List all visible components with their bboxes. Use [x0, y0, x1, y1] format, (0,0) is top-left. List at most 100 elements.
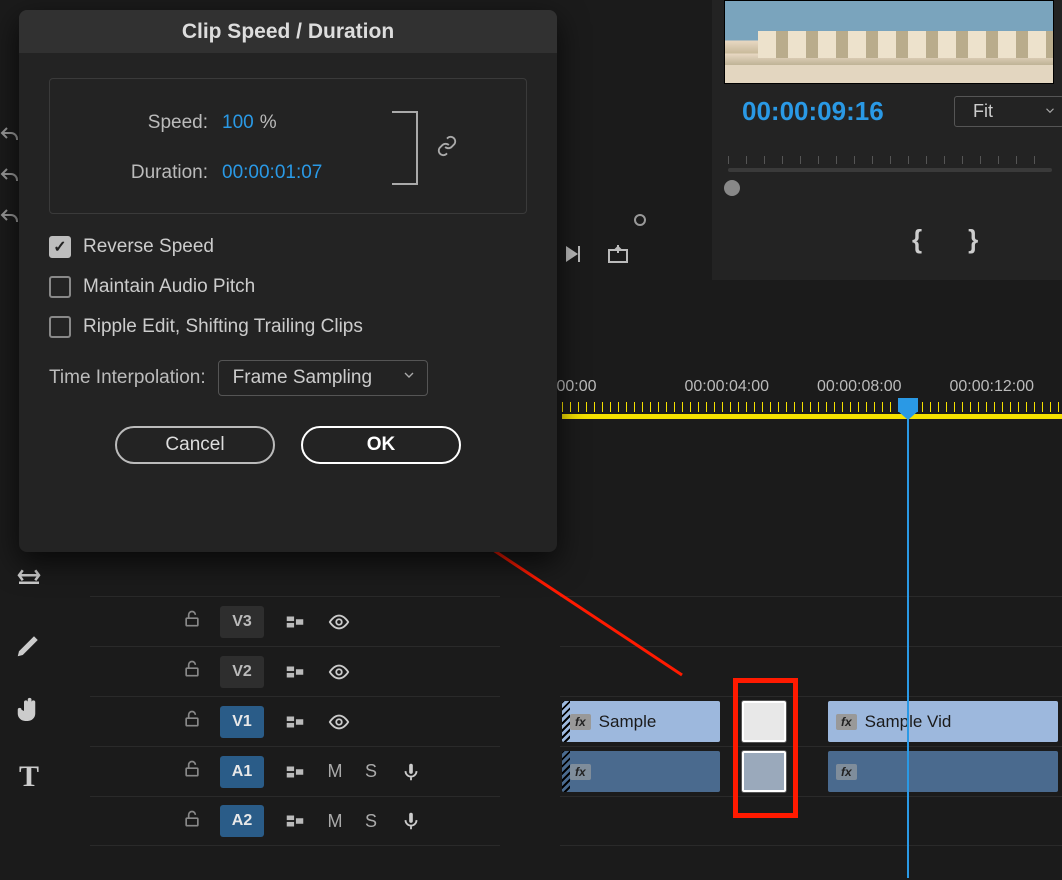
lock-icon[interactable] — [182, 759, 202, 784]
lock-icon[interactable] — [182, 709, 202, 734]
track-header-area: V3 V2 V1 A1 M S A2 M S — [90, 596, 500, 846]
monitor-scrub-handle[interactable] — [724, 180, 740, 196]
program-monitor-panel: 00:00:09:16 Fit { } — [712, 0, 1062, 280]
mic-icon[interactable] — [398, 761, 424, 783]
overflow-indicator-icon[interactable] — [634, 214, 646, 226]
reverse-speed-checkbox[interactable]: ✓ — [49, 236, 71, 258]
monitor-scrub-ticks — [728, 156, 1052, 164]
video-clip-selected[interactable] — [742, 701, 786, 742]
fx-badge[interactable]: fx — [570, 714, 591, 730]
chevron-down-icon — [1043, 101, 1057, 122]
program-timecode[interactable]: 00:00:09:16 — [742, 96, 884, 127]
lane-v2[interactable] — [560, 646, 1062, 696]
eye-icon[interactable] — [326, 661, 352, 683]
sync-lock-icon[interactable] — [282, 661, 308, 683]
track-target-v1[interactable]: V1 — [220, 706, 264, 738]
speed-label: Speed: — [78, 112, 208, 134]
sync-lock-icon[interactable] — [282, 711, 308, 733]
track-target-v2[interactable]: V2 — [220, 656, 264, 688]
ripple-edit-row[interactable]: Ripple Edit, Shifting Trailing Clips — [49, 316, 527, 338]
fx-badge[interactable]: fx — [570, 764, 591, 780]
type-tool-icon[interactable]: T — [10, 758, 48, 796]
export-frame-icon[interactable] — [606, 242, 630, 271]
ruler-label: 00:00:04:00 — [685, 378, 798, 396]
slip-tool-icon[interactable] — [10, 560, 48, 598]
lock-icon[interactable] — [182, 809, 202, 834]
track-target-a2[interactable]: A2 — [220, 805, 264, 837]
lock-icon[interactable] — [182, 609, 202, 634]
track-header-a2[interactable]: A2 M S — [90, 796, 500, 846]
monitor-scrub-track[interactable] — [728, 168, 1052, 172]
audio-clip[interactable]: fx — [828, 751, 1058, 792]
timeline-playhead[interactable] — [907, 398, 909, 878]
ruler-label: 00:00:08:00 — [817, 378, 930, 396]
video-clip-sample[interactable]: fx Sample — [562, 701, 720, 742]
lock-icon[interactable] — [182, 659, 202, 684]
program-monitor-preview[interactable] — [724, 0, 1054, 84]
ok-button[interactable]: OK — [301, 426, 461, 464]
lane-a1[interactable]: fx fx — [560, 746, 1062, 796]
ruler-label: :00:00 — [552, 378, 665, 396]
maintain-pitch-label: Maintain Audio Pitch — [83, 276, 255, 298]
hand-tool-icon[interactable] — [10, 692, 48, 730]
chevron-down-icon — [401, 367, 417, 389]
speed-unit: % — [260, 112, 277, 134]
sync-lock-icon[interactable] — [282, 611, 308, 633]
eye-icon[interactable] — [326, 611, 352, 633]
ruler-label: 00:00:12:00 — [950, 378, 1062, 396]
lane-a2[interactable] — [560, 796, 1062, 846]
track-header-v3[interactable]: V3 — [90, 596, 500, 646]
mute-toggle[interactable]: M — [326, 811, 344, 832]
solo-toggle[interactable]: S — [362, 811, 380, 832]
lane-v1[interactable]: fx Sample fx Sample Vid — [560, 696, 1062, 746]
source-panel-buttons — [560, 242, 630, 271]
clip-speed-duration-dialog: Clip Speed / Duration Speed: 100 % Durat… — [19, 10, 557, 552]
mic-icon[interactable] — [398, 810, 424, 832]
clip-label: Sample — [599, 712, 657, 732]
audio-clip[interactable]: fx — [562, 751, 720, 792]
fx-badge[interactable]: fx — [836, 714, 857, 730]
duration-value[interactable]: 00:00:01:07 — [222, 162, 322, 184]
sync-lock-icon[interactable] — [282, 761, 308, 783]
video-clip-sample-vid[interactable]: fx Sample Vid — [828, 701, 1058, 742]
ruler-labels: :00:00 00:00:04:00 00:00:08:00 00:00:12:… — [552, 378, 1062, 396]
reverse-speed-row[interactable]: ✓ Reverse Speed — [49, 236, 527, 258]
clip-stripes — [562, 751, 570, 792]
audio-clip-selected[interactable] — [742, 751, 786, 792]
sync-lock-icon[interactable] — [282, 810, 308, 832]
track-header-v1[interactable]: V1 — [90, 696, 500, 746]
solo-toggle[interactable]: S — [362, 761, 380, 782]
duration-label: Duration: — [78, 162, 208, 184]
lane-v3[interactable] — [560, 596, 1062, 646]
mark-in-icon[interactable]: { — [912, 224, 922, 255]
cancel-button[interactable]: Cancel — [115, 426, 275, 464]
speed-value[interactable]: 100 — [222, 112, 254, 134]
speed-duration-group: Speed: 100 % Duration: 00:00:01:07 — [49, 78, 527, 214]
timeline-ruler[interactable]: :00:00 00:00:04:00 00:00:08:00 00:00:12:… — [552, 378, 1062, 428]
time-interpolation-dropdown[interactable]: Frame Sampling — [218, 360, 428, 396]
track-header-v2[interactable]: V2 — [90, 646, 500, 696]
ruler-ticks — [562, 402, 1062, 412]
mark-out-icon[interactable]: } — [968, 224, 978, 255]
time-interpolation-value: Frame Sampling — [233, 367, 372, 388]
timeline-tracks-area[interactable]: fx Sample fx Sample Vid fx fx — [560, 596, 1062, 846]
mute-toggle[interactable]: M — [326, 761, 344, 782]
play-around-icon[interactable] — [560, 242, 584, 271]
maintain-pitch-checkbox[interactable] — [49, 276, 71, 298]
eye-icon[interactable] — [326, 711, 352, 733]
link-bracket — [392, 111, 418, 185]
link-icon[interactable] — [436, 135, 458, 162]
ok-button-label: OK — [367, 434, 396, 456]
pen-tool-icon[interactable] — [10, 626, 48, 664]
ripple-edit-label: Ripple Edit, Shifting Trailing Clips — [83, 316, 363, 338]
zoom-fit-dropdown[interactable]: Fit — [954, 96, 1062, 127]
fx-badge[interactable]: fx — [836, 764, 857, 780]
cancel-button-label: Cancel — [165, 434, 224, 456]
ripple-edit-checkbox[interactable] — [49, 316, 71, 338]
timeline-tool-palette: T — [10, 560, 48, 796]
track-target-a1[interactable]: A1 — [220, 756, 264, 788]
work-area-bar[interactable] — [562, 414, 1062, 419]
maintain-pitch-row[interactable]: Maintain Audio Pitch — [49, 276, 527, 298]
track-header-a1[interactable]: A1 M S — [90, 746, 500, 796]
track-target-v3[interactable]: V3 — [220, 606, 264, 638]
